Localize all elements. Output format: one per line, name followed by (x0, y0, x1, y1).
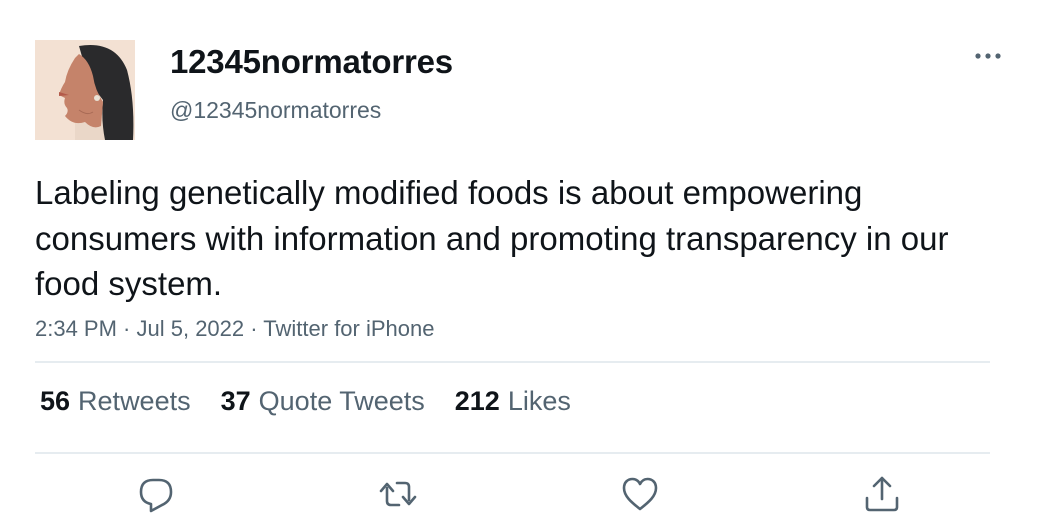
divider (35, 452, 990, 454)
tweet-date[interactable]: Jul 5, 2022 (137, 316, 245, 341)
quote-tweets-stat[interactable]: 37 Quote Tweets (221, 386, 425, 417)
share-icon (865, 476, 899, 512)
reply-button[interactable] (136, 474, 176, 514)
more-options-icon[interactable] (972, 47, 1004, 65)
divider (35, 361, 990, 363)
likes-stat[interactable]: 212 Likes (455, 386, 571, 417)
tweet-text: Labeling genetically modified foods is a… (35, 174, 949, 302)
retweet-button[interactable] (378, 474, 418, 514)
tweet-stats: 56 Retweets 37 Quote Tweets 212 Likes (40, 386, 571, 417)
meta-separator: · (116, 316, 137, 341)
meta-separator: · (244, 316, 264, 341)
likes-label: Likes (507, 386, 571, 416)
retweets-count: 56 (40, 386, 71, 416)
quote-tweets-count: 37 (220, 386, 251, 416)
like-button[interactable] (620, 474, 660, 514)
tweet-meta: 2:34 PM · Jul 5, 2022 · Twitter for iPho… (35, 316, 434, 342)
display-name[interactable]: 12345normatorres (170, 43, 453, 81)
share-button[interactable] (862, 474, 902, 514)
retweet-icon (379, 481, 417, 507)
tweet-time[interactable]: 2:34 PM (35, 316, 117, 341)
retweets-stat[interactable]: 56 Retweets (40, 386, 191, 417)
retweets-label: Retweets (78, 386, 191, 416)
likes-count: 212 (454, 386, 500, 416)
tweet-source[interactable]: Twitter for iPhone (263, 316, 434, 341)
avatar[interactable] (35, 40, 135, 140)
user-handle[interactable]: @12345normatorres (170, 97, 381, 124)
reply-icon (139, 478, 173, 513)
quote-tweets-label: Quote Tweets (258, 386, 425, 416)
like-icon (622, 477, 658, 511)
